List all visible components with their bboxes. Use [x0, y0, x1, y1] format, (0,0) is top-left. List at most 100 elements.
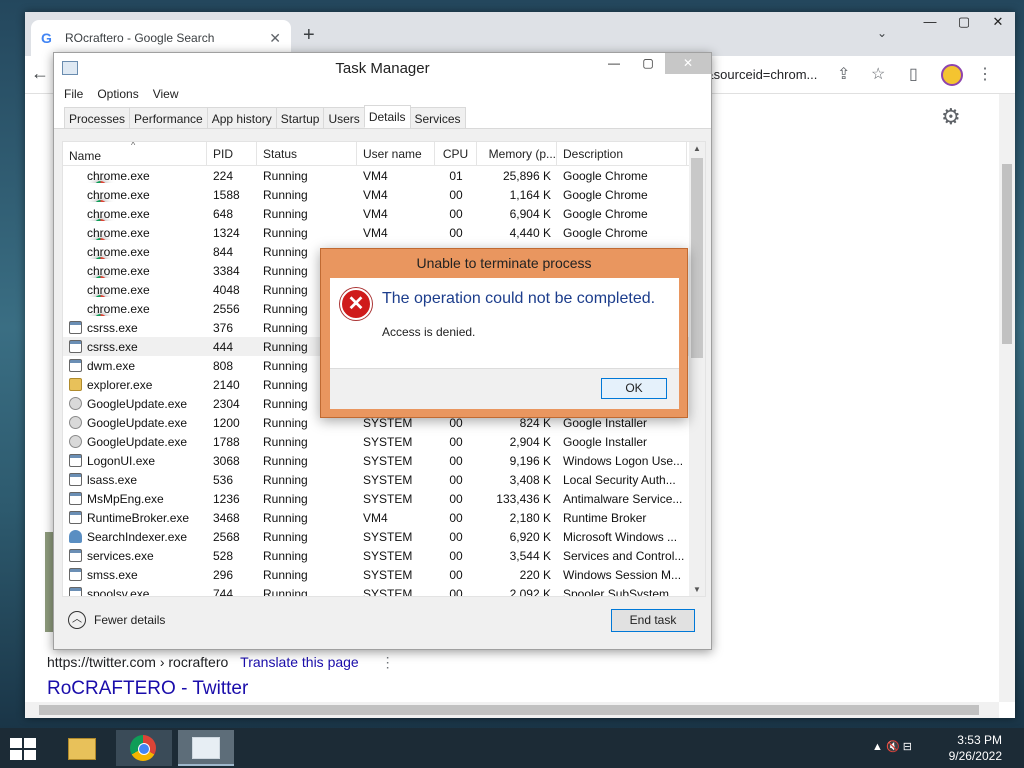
process-pid: 296: [213, 567, 234, 582]
process-status: Running: [263, 187, 308, 202]
table-row[interactable]: LogonUI.exe 3068 Running SYSTEM 00 9,196 K Win…: [63, 451, 705, 470]
process-name-label: chrome.exe: [87, 225, 150, 240]
minimize-button[interactable]: —: [597, 53, 631, 74]
star-icon[interactable]: ☆: [871, 64, 885, 84]
process-description: Google Chrome: [563, 225, 648, 240]
scroll-down-icon[interactable]: ▼: [693, 585, 701, 594]
table-row[interactable]: SearchIndexer.exe 2568 Running SYSTEM 00 6,92…: [63, 527, 705, 546]
menu-view[interactable]: View: [153, 87, 179, 101]
sort-caret-icon: ^: [131, 141, 136, 150]
process-pid: 1788: [213, 434, 240, 449]
system-tray[interactable]: ▲ 🔇 ⊟: [872, 740, 912, 753]
maximize-button[interactable]: ▢: [947, 12, 981, 32]
taskbar-file-explorer[interactable]: [54, 730, 110, 766]
error-dialog: Unable to terminate process ✕ The operat…: [320, 248, 688, 418]
scroll-thumb[interactable]: [39, 705, 979, 715]
new-tab-button[interactable]: +: [303, 24, 315, 47]
tab-app-history[interactable]: App history: [206, 107, 277, 128]
column-description[interactable]: Description: [557, 142, 687, 165]
column-cpu[interactable]: CPU: [435, 142, 477, 165]
task-manager-titlebar[interactable]: Task Manager — ▢ ✕: [54, 53, 711, 83]
scroll-thumb[interactable]: [691, 158, 703, 358]
result-url[interactable]: https://twitter.com › rocraftero: [47, 654, 228, 670]
process-pid: 3068: [213, 453, 240, 468]
side-panel-icon[interactable]: ▯: [909, 64, 918, 84]
table-row[interactable]: services.exe 528 Running SYSTEM 00 3,544 K Ser…: [63, 546, 705, 565]
process-pid: 224: [213, 168, 234, 183]
process-user: SYSTEM: [363, 434, 413, 449]
profile-icon[interactable]: [941, 64, 963, 86]
minimize-button[interactable]: —: [913, 12, 947, 32]
tab-close-icon[interactable]: ✕: [269, 30, 281, 47]
taskbar-task-manager[interactable]: [178, 730, 234, 766]
browser-tab[interactable]: G ROcraftero - Google Search ✕: [31, 20, 291, 56]
table-row[interactable]: chrome.exe 1324 Running VM4 00 4,440 K Google …: [63, 223, 705, 242]
process-pid: 444: [213, 339, 234, 354]
process-memory: 3,408 K: [509, 472, 551, 487]
process-pid: 376: [213, 320, 234, 335]
process-user: VM4: [363, 510, 388, 525]
process-user: VM4: [363, 206, 388, 221]
table-row[interactable]: RuntimeBroker.exe 3468 Running VM4 00 2,180 K…: [63, 508, 705, 527]
menu-file[interactable]: File: [64, 87, 83, 101]
end-task-button[interactable]: End task: [611, 609, 695, 632]
column-pid[interactable]: PID: [207, 142, 257, 165]
ok-button[interactable]: OK: [601, 378, 667, 399]
tab-performance[interactable]: Performance: [129, 107, 208, 128]
folder-process-icon: [69, 378, 82, 391]
process-description: Windows Session M...: [563, 567, 682, 582]
tab-processes[interactable]: Processes: [64, 107, 131, 128]
process-cpu: 00: [449, 586, 463, 597]
start-windows-icon[interactable]: [10, 738, 36, 760]
table-row[interactable]: smss.exe 296 Running SYSTEM 00 220 K Windows S…: [63, 565, 705, 584]
process-memory: 2,904 K: [509, 434, 551, 449]
share-icon[interactable]: ⇪: [837, 64, 850, 84]
process-description: Google Chrome: [563, 206, 648, 221]
fewer-details-button[interactable]: ︿ Fewer details: [68, 611, 165, 629]
scroll-thumb[interactable]: [1002, 164, 1012, 344]
process-name: dwm.exe: [63, 359, 207, 373]
result-more-icon[interactable]: ⋮: [381, 654, 395, 670]
page-horizontal-scrollbar[interactable]: [25, 702, 999, 718]
process-description: Google Chrome: [563, 168, 648, 183]
table-row[interactable]: chrome.exe 648 Running VM4 00 6,904 K Google C…: [63, 204, 705, 223]
table-row[interactable]: GoogleUpdate.exe 1788 Running SYSTEM 00 2,904…: [63, 432, 705, 451]
table-row[interactable]: chrome.exe 1588 Running VM4 00 1,164 K Google …: [63, 185, 705, 204]
chevron-up-icon: ︿: [68, 611, 86, 629]
table-row[interactable]: chrome.exe 224 Running VM4 01 25,896 K Google …: [63, 166, 705, 185]
process-pid: 2140: [213, 377, 240, 392]
page-vertical-scrollbar[interactable]: [999, 94, 1015, 702]
menu-options[interactable]: Options: [97, 87, 138, 101]
address-bar[interactable]: &sourceid=chrom...: [705, 67, 817, 82]
table-row[interactable]: MsMpEng.exe 1236 Running SYSTEM 00 133,436 K A…: [63, 489, 705, 508]
tab-details[interactable]: Details: [363, 105, 411, 128]
process-cpu: 00: [449, 206, 463, 221]
taskbar-clock[interactable]: 3:53 PM 9/26/2022: [949, 732, 1002, 764]
table-row[interactable]: spoolsv.exe 744 Running SYSTEM 00 2,092 K Spoo…: [63, 584, 705, 597]
tab-startup[interactable]: Startup: [275, 107, 325, 128]
process-memory: 9,196 K: [509, 453, 551, 468]
process-name: csrss.exe: [63, 340, 207, 354]
back-arrow-icon[interactable]: ←: [31, 63, 49, 84]
process-user: SYSTEM: [363, 453, 413, 468]
tab-search-icon[interactable]: ⌄: [877, 26, 887, 40]
tab-services[interactable]: Services: [409, 107, 466, 128]
column-memory[interactable]: Memory (p...: [477, 142, 557, 165]
tab-users[interactable]: Users: [323, 107, 365, 128]
app-process-icon: [69, 340, 82, 353]
table-scrollbar[interactable]: ▲ ▼: [689, 142, 705, 596]
more-icon[interactable]: ⋮: [977, 64, 993, 84]
column-user[interactable]: User name: [357, 142, 435, 165]
process-pid: 528: [213, 548, 234, 563]
settings-gear-icon[interactable]: ⚙: [941, 104, 961, 130]
column-status[interactable]: Status: [257, 142, 357, 165]
close-button[interactable]: ✕: [665, 53, 711, 74]
process-description: Antimalware Service...: [563, 491, 683, 506]
taskbar-chrome[interactable]: [116, 730, 172, 766]
translate-link[interactable]: Translate this page: [240, 654, 359, 670]
table-row[interactable]: lsass.exe 536 Running SYSTEM 00 3,408 K Local …: [63, 470, 705, 489]
maximize-button[interactable]: ▢: [631, 53, 665, 74]
result-title-link[interactable]: RoCRAFTERO - Twitter: [47, 678, 248, 700]
close-button[interactable]: ✕: [981, 12, 1015, 32]
scroll-up-icon[interactable]: ▲: [693, 144, 701, 153]
